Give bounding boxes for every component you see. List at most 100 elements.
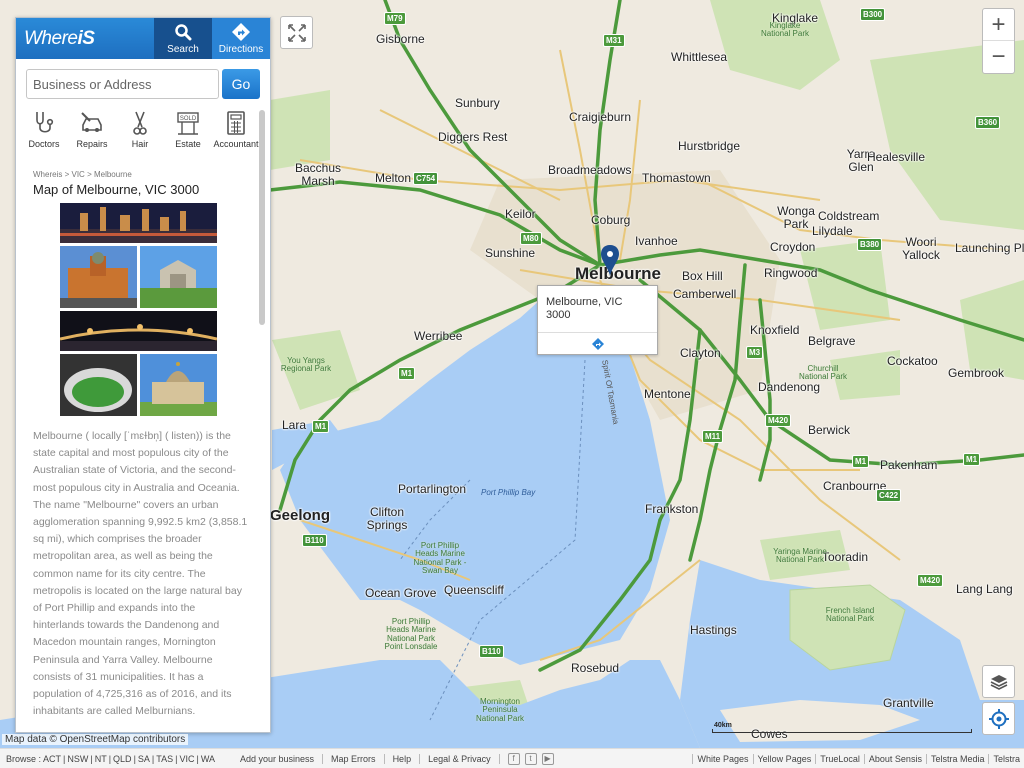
- place-label: Queenscliff: [444, 583, 504, 597]
- place-label: French Island National Park: [825, 606, 875, 624]
- calculator-icon: [227, 111, 245, 135]
- photo-night-bridge[interactable]: [60, 311, 217, 351]
- zoom-in-button[interactable]: +: [983, 9, 1014, 41]
- sensis-link[interactable]: TrueLocal: [815, 753, 864, 764]
- place-label: Cockatoo: [887, 354, 938, 368]
- place-label: Grantville: [883, 696, 934, 710]
- footer-link[interactable]: Map Errors: [323, 753, 385, 764]
- place-label: Portarlington: [398, 482, 467, 496]
- breadcrumb-vic[interactable]: VIC: [71, 170, 84, 179]
- scale-bar: [712, 729, 972, 733]
- browse-state-link[interactable]: NSW: [67, 754, 88, 764]
- category-label: Hair: [131, 139, 149, 149]
- category-doctors[interactable]: Doctors: [20, 109, 68, 149]
- road-shield: B360: [975, 116, 1001, 129]
- browse-state-link[interactable]: QLD: [113, 754, 132, 764]
- place-label: Port Phillip Heads Marine National Park …: [384, 617, 438, 652]
- scissors-icon: [133, 111, 147, 135]
- place-label: Lilydale: [812, 224, 853, 238]
- road-shield: M79: [384, 12, 406, 25]
- road-shield: B110: [479, 645, 504, 658]
- popup-directions-button[interactable]: [538, 332, 657, 354]
- separator: |: [151, 753, 155, 764]
- search-tab[interactable]: Search: [154, 18, 212, 59]
- facebook-icon[interactable]: f: [507, 752, 520, 765]
- sensis-link[interactable]: White Pages: [692, 753, 752, 764]
- breadcrumb-whereis[interactable]: Whereis: [33, 170, 62, 179]
- sensis-link[interactable]: Yellow Pages: [752, 753, 816, 764]
- browse-state-link[interactable]: NT: [95, 754, 107, 764]
- browse-state-link[interactable]: VIC: [179, 754, 194, 764]
- photo-shrine-of-remembrance[interactable]: [140, 246, 217, 308]
- place-label: Coldstream: [818, 209, 880, 223]
- breadcrumb-separator: >: [64, 170, 70, 179]
- place-label: Broadmeadows: [548, 163, 632, 177]
- place-label: Healesville: [867, 150, 926, 164]
- place-label: Bacchus Marsh: [294, 161, 342, 188]
- browse-state-link[interactable]: TAS: [156, 754, 173, 764]
- sold-sign-icon: SOLD: [177, 112, 199, 135]
- sensis-link[interactable]: Telstra Media: [925, 753, 989, 764]
- category-label: Doctors: [28, 139, 60, 149]
- place-label: Melton: [375, 171, 412, 185]
- photo-cricket-ground[interactable]: [60, 354, 137, 416]
- car-repair-icon: [81, 112, 102, 132]
- place-label: Gisborne: [376, 32, 425, 46]
- road-shield: B110: [302, 534, 327, 547]
- category-hair[interactable]: Hair: [116, 109, 164, 149]
- twitter-icon[interactable]: t: [524, 752, 537, 765]
- place-label: Box Hill: [682, 269, 723, 283]
- category-accountant[interactable]: Accountant: [212, 109, 260, 149]
- road-shield: M11: [702, 430, 724, 443]
- layers-button[interactable]: [982, 665, 1015, 698]
- place-label: Clifton Springs: [366, 505, 408, 532]
- location-marker-icon[interactable]: [600, 244, 620, 278]
- expand-arrows-icon: [287, 23, 306, 42]
- place-label: You Yangs Regional Park: [280, 356, 332, 374]
- map-scale: 40km: [712, 722, 972, 733]
- search-input[interactable]: [26, 69, 219, 99]
- photo-city-skyline[interactable]: [60, 203, 217, 243]
- go-button[interactable]: Go: [222, 69, 260, 99]
- place-label: Sunbury: [455, 96, 500, 110]
- location-details: Whereis > VIC > Melbourne Map of Melbour…: [16, 170, 270, 732]
- road-shield: B380: [857, 238, 883, 251]
- popup-location-name: Melbourne, VIC 3000: [546, 296, 623, 321]
- browse-state-link[interactable]: SA: [138, 754, 150, 764]
- panel-scrollbar[interactable]: [259, 110, 265, 325]
- whereis-logo[interactable]: WhereiS: [16, 18, 154, 59]
- category-shortcuts: Doctors Repairs Hair SOLD Estate Account…: [16, 107, 270, 149]
- sensis-link[interactable]: About Sensis: [863, 753, 926, 764]
- browse-state-link[interactable]: ACT: [43, 754, 61, 764]
- footer: Browse : ACT | NSW | NT | QLD | SA | TAS | VIC | WA Ad…: [0, 748, 1024, 768]
- place-label: Pakenham: [880, 458, 938, 472]
- place-label: Kinglake National Park: [760, 21, 810, 39]
- zoom-control: + −: [982, 8, 1015, 74]
- directions-tab[interactable]: Directions: [212, 18, 270, 59]
- zoom-out-button[interactable]: −: [983, 41, 1014, 73]
- category-repairs[interactable]: Repairs: [68, 109, 116, 149]
- place-label: Knoxfield: [750, 323, 800, 337]
- footer-link[interactable]: Help: [385, 753, 421, 764]
- breadcrumb-melbourne[interactable]: Melbourne: [94, 170, 132, 179]
- road-shield: M3: [746, 346, 764, 359]
- footer-link[interactable]: Legal & Privacy: [420, 753, 500, 764]
- browse-state-link[interactable]: WA: [201, 754, 215, 764]
- category-estate[interactable]: SOLD Estate: [164, 109, 212, 149]
- place-label: Dandenong: [758, 380, 821, 394]
- road-shield: M1: [852, 455, 870, 468]
- place-label: Geelong: [270, 507, 331, 524]
- place-label: Lang Lang: [956, 582, 1013, 596]
- sensis-link[interactable]: Telstra: [988, 753, 1024, 764]
- photo-exhibition-building[interactable]: [140, 354, 217, 416]
- place-label: Frankston: [645, 502, 699, 516]
- footer-link[interactable]: Add your business: [232, 753, 324, 764]
- place-label: Churchill National Park: [798, 364, 848, 382]
- locate-me-button[interactable]: [982, 702, 1015, 735]
- youtube-icon[interactable]: ▶: [541, 752, 554, 765]
- photo-flinders-street-station[interactable]: [60, 246, 137, 308]
- place-label: Craigieburn: [569, 110, 632, 124]
- panel-header: WhereiS Search Directions: [16, 18, 270, 59]
- fullscreen-button[interactable]: [280, 16, 313, 49]
- map-attribution: Map data © OpenStreetMap contributors: [2, 734, 189, 745]
